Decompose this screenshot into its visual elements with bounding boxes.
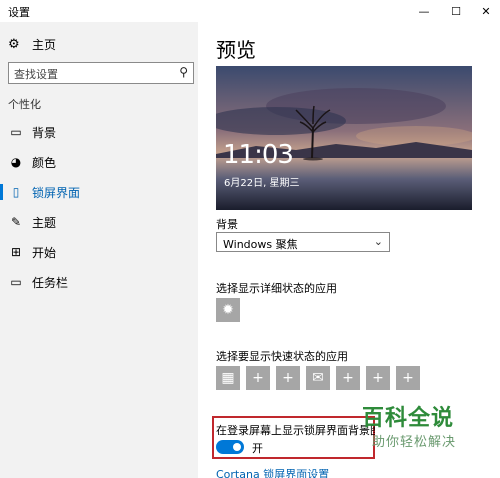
detailed-status-label: 选择显示详细状态的应用 <box>216 282 337 295</box>
quick-status-label: 选择要显示快速状态的应用 <box>216 350 348 363</box>
show-background-label: 在登录屏幕上显示锁屏界面背景图片 <box>216 424 375 437</box>
sidebar-item-theme[interactable]: ✎ 主题 <box>0 210 198 234</box>
maximize-icon: ☐ <box>451 4 461 18</box>
sidebar-item-label: 主题 <box>32 215 57 230</box>
sidebar-item-background[interactable]: ▭ 背景 <box>0 120 198 144</box>
calendar-icon: ▦ <box>221 370 235 386</box>
search-icon[interactable]: ⚲ <box>179 65 188 79</box>
lockscreen-preview: 11:03 6月22日, 星期三 <box>216 66 472 210</box>
section-title: 个性化 <box>8 98 41 111</box>
minimize-icon: — <box>418 4 430 18</box>
minimize-button[interactable]: — <box>410 0 438 22</box>
page-title: 预览 <box>216 38 256 62</box>
background-dropdown-value: Windows 聚焦 <box>223 238 298 251</box>
plus-icon: + <box>372 370 384 386</box>
plus-icon: + <box>252 370 264 386</box>
sidebar-item-taskbar[interactable]: ▭ 任务栏 <box>0 270 198 294</box>
sidebar-item-label: 背景 <box>32 125 57 140</box>
lock-screen-icon: ▯ <box>12 185 20 199</box>
home-label: 主页 <box>32 38 57 52</box>
active-indicator <box>0 184 3 200</box>
sidebar-item-color[interactable]: ◕ 颜色 <box>0 150 198 174</box>
background-label: 背景 <box>216 218 238 231</box>
quick-status-tile-1[interactable]: ▦ <box>216 366 240 390</box>
maximize-button[interactable]: ☐ <box>442 0 470 22</box>
close-button[interactable]: ✕ <box>472 0 500 22</box>
title-bar: 设置 — ☐ ✕ <box>0 0 500 22</box>
mail-icon: ✉ <box>312 370 324 386</box>
search-input[interactable]: 查找设置 ⚲ <box>8 62 194 84</box>
chevron-down-icon: ⌄ <box>373 235 383 248</box>
main-content: 预览 11:03 6月22日, 星期三 背景 Windows 聚焦 ⌄ 选择显示… <box>198 22 500 478</box>
preview-date: 6月22日, 星期三 <box>224 178 300 189</box>
palette-icon: ◕ <box>10 155 22 169</box>
plus-icon: + <box>402 370 414 386</box>
quick-status-tile-2[interactable]: + <box>246 366 270 390</box>
toggle-knob <box>233 443 241 451</box>
sidebar-item-label: 颜色 <box>32 155 57 170</box>
sidebar-item-label: 开始 <box>32 245 57 260</box>
sun-icon: ✹ <box>222 302 234 318</box>
toggle-state-label: 开 <box>252 442 263 455</box>
preview-time: 11:03 <box>223 140 294 170</box>
quick-status-tile-5[interactable]: + <box>336 366 360 390</box>
quick-status-tile-6[interactable]: + <box>366 366 390 390</box>
sidebar-item-lockscreen[interactable]: ▯ 锁屏界面 <box>0 180 198 204</box>
background-dropdown[interactable]: Windows 聚焦 ⌄ <box>216 232 390 252</box>
quick-status-tile-7[interactable]: + <box>396 366 420 390</box>
plus-icon: + <box>342 370 354 386</box>
sidebar-home[interactable]: ⚙ 主页 <box>8 36 56 53</box>
watermark-title: 百科全说 <box>362 406 455 431</box>
quick-status-tile-3[interactable]: + <box>276 366 300 390</box>
sidebar-item-label: 任务栏 <box>32 275 69 290</box>
picture-icon: ▭ <box>10 125 22 139</box>
taskbar-icon: ▭ <box>10 275 22 289</box>
start-icon: ⊞ <box>10 245 22 259</box>
search-placeholder: 查找设置 <box>14 68 58 81</box>
sidebar-item-start[interactable]: ⊞ 开始 <box>0 240 198 264</box>
cortana-settings-link[interactable]: Cortana 锁屏界面设置 <box>216 466 329 478</box>
show-background-toggle[interactable] <box>216 440 244 454</box>
window-title: 设置 <box>8 6 30 19</box>
theme-icon: ✎ <box>10 215 22 229</box>
sidebar: ⚙ 主页 查找设置 ⚲ 个性化 ▭ 背景 ◕ 颜色 ▯ 锁屏界面 ✎ 主题 ⊞ … <box>0 22 198 478</box>
sidebar-item-label: 锁屏界面 <box>32 185 81 200</box>
detailed-status-app-button[interactable]: ✹ <box>216 298 240 322</box>
quick-status-tile-4[interactable]: ✉ <box>306 366 330 390</box>
watermark-subtitle: 助你轻松解决 <box>372 435 457 450</box>
plus-icon: + <box>282 370 294 386</box>
close-icon: ✕ <box>481 4 491 18</box>
gear-icon: ⚙ <box>8 37 20 52</box>
